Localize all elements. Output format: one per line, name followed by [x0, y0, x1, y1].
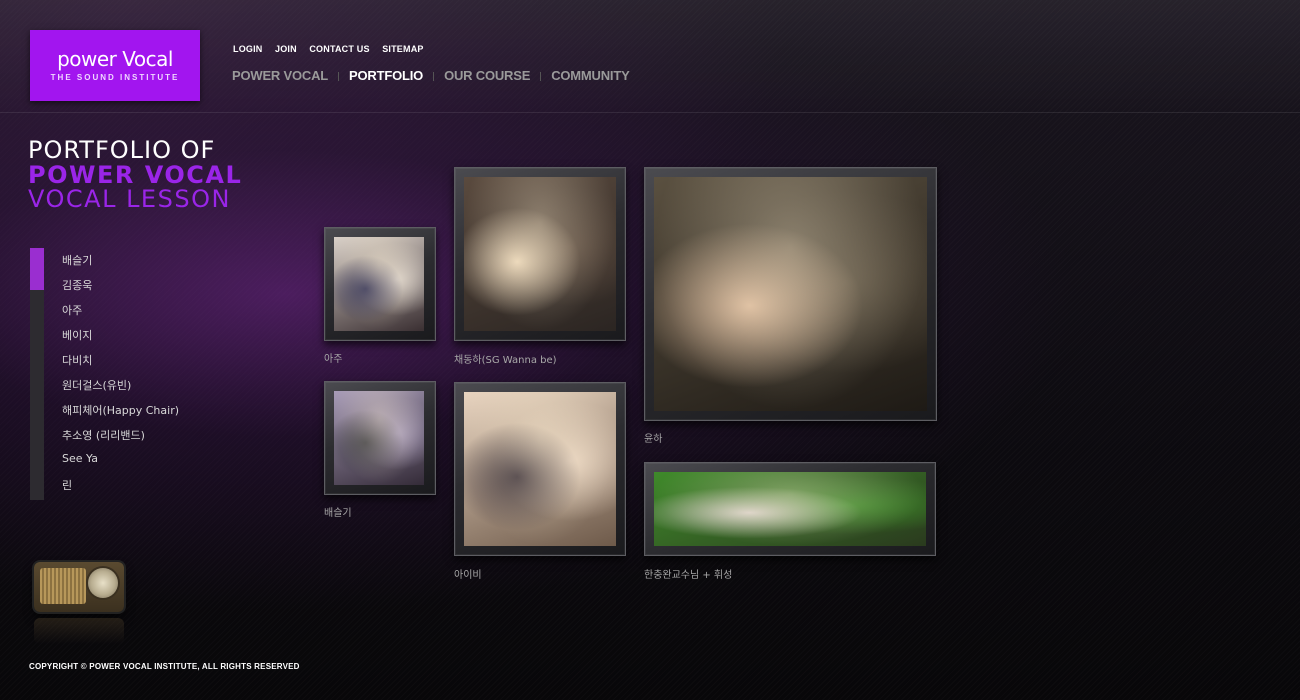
nav-power-vocal[interactable]: POWER VOCAL [232, 68, 328, 83]
radio-icon[interactable] [34, 562, 124, 644]
photo-image [334, 391, 424, 485]
photo-item[interactable] [454, 382, 626, 556]
artist-item[interactable]: 배슬기 [62, 252, 179, 277]
photo-caption: 배슬기 [324, 508, 352, 519]
utility-nav: LOGIN JOIN CONTACT US SITEMAP [233, 44, 434, 54]
logo-text: power Vocal [57, 47, 173, 71]
contact-us-link[interactable]: CONTACT US [309, 44, 369, 54]
artist-item[interactable]: 다비치 [62, 352, 179, 377]
nav-separator [338, 72, 340, 82]
photo-caption: 채동하(SG Wanna be) [454, 355, 557, 366]
photo-image [464, 392, 616, 546]
artist-item[interactable]: 해피체어(Happy Chair) [62, 402, 179, 427]
page-title-line3: VOCAL LESSON [28, 185, 231, 213]
photo-image [654, 177, 927, 411]
nav-separator [433, 72, 435, 82]
logo-tagline: THE SOUND INSTITUTE [50, 73, 180, 82]
artist-item[interactable]: 베이지 [62, 327, 179, 352]
photo-caption: 아이비 [454, 570, 482, 581]
sitemap-link[interactable]: SITEMAP [382, 44, 423, 54]
artist-item[interactable]: 원더걸스(유빈) [62, 377, 179, 402]
photo-item[interactable] [644, 462, 936, 556]
photo-image [654, 472, 926, 546]
artist-selected-marker [30, 248, 44, 290]
photo-caption: 한충완교수님 + 휘성 [644, 570, 733, 581]
photo-image [464, 177, 616, 331]
photo-image [334, 237, 424, 331]
main-nav: POWER VOCAL PORTFOLIO OUR COURSE COMMUNITY [232, 68, 630, 83]
nav-community[interactable]: COMMUNITY [551, 68, 630, 83]
photo-item[interactable] [324, 381, 436, 495]
artist-item[interactable]: See Ya [62, 452, 179, 477]
photo-item[interactable] [324, 227, 436, 341]
photo-item[interactable] [454, 167, 626, 341]
nav-our-course[interactable]: OUR COURSE [444, 68, 530, 83]
artist-item[interactable]: 추소영 (리리밴드) [62, 427, 179, 452]
login-link[interactable]: LOGIN [233, 44, 263, 54]
radio-dial [88, 568, 118, 598]
radio-reflection [34, 618, 124, 644]
page-title-line2: POWER VOCAL [28, 160, 243, 189]
copyright: COPYRIGHT © POWER VOCAL INSTITUTE, ALL R… [29, 662, 300, 671]
artist-item[interactable]: 김종욱 [62, 277, 179, 302]
logo[interactable]: power Vocal THE SOUND INSTITUTE [30, 30, 200, 101]
page-title-line1: PORTFOLIO OF [28, 136, 216, 164]
nav-portfolio[interactable]: PORTFOLIO [349, 68, 423, 83]
nav-separator [540, 72, 542, 82]
radio-grill [40, 568, 86, 604]
page-title: PORTFOLIO OF POWER VOCAL VOCAL LESSON [28, 138, 242, 212]
photo-caption: 아주 [324, 354, 343, 365]
join-link[interactable]: JOIN [275, 44, 297, 54]
artist-item[interactable]: 린 [62, 477, 179, 502]
artist-item[interactable]: 아주 [62, 302, 179, 327]
photo-item[interactable] [644, 167, 937, 421]
photo-caption: 윤하 [644, 434, 663, 445]
